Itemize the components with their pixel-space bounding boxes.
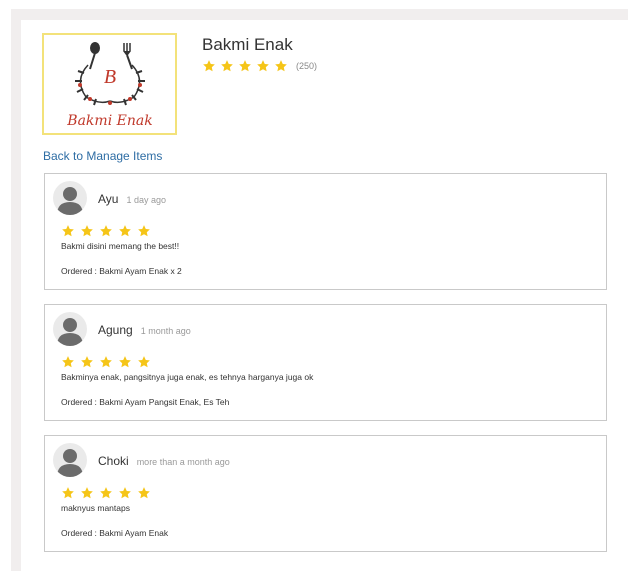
star-icon (99, 224, 113, 238)
star-icon (137, 486, 151, 500)
review-ordered-items: Ordered : Bakmi Ayam Enak x 2 (61, 266, 182, 276)
review-card: Choki more than a month ago maknyus manta… (44, 435, 607, 552)
rating-count: (250) (296, 61, 318, 71)
avatar (53, 181, 87, 215)
star-icon (137, 355, 151, 369)
reviewer-header: Agung 1 month ago (98, 323, 191, 337)
star-icon (256, 59, 270, 73)
star-icon (274, 59, 288, 73)
store-logo: B Bakmi Enak (42, 33, 177, 135)
review-rating (61, 355, 151, 369)
star-icon (137, 224, 151, 238)
logo-text: Bakmi Enak (66, 113, 152, 129)
reviewer-header: Ayu 1 day ago (98, 192, 166, 206)
review-comment: Bakmi disini memang the best!! (61, 241, 180, 251)
star-icon (118, 355, 132, 369)
review-card: Agung 1 month ago Bakminya enak, pangsitn… (44, 304, 607, 421)
review-time: 1 month ago (140, 326, 191, 336)
store-rating: (250) (202, 58, 317, 74)
star-icon (61, 224, 75, 238)
star-icon (238, 59, 252, 73)
review-card: Ayu 1 day ago Bakmi disini memang the bes… (44, 173, 607, 290)
star-icon (61, 355, 75, 369)
star-icon (202, 59, 216, 73)
back-to-manage-items-link[interactable]: Back to Manage Items (43, 149, 162, 163)
store-name: Bakmi Enak (202, 35, 293, 54)
review-ordered-items: Ordered : Bakmi Ayam Pangsit Enak, Es Te… (61, 397, 230, 407)
star-icon (80, 486, 94, 500)
star-icon (80, 224, 94, 238)
logo-letter: B (104, 66, 116, 88)
reviewer-name: Agung (98, 323, 133, 337)
star-icon (99, 355, 113, 369)
review-ordered-items: Ordered : Bakmi Ayam Enak (61, 528, 169, 538)
star-icon (118, 486, 132, 500)
reviewer-header: Choki more than a month ago (98, 454, 230, 468)
avatar (53, 312, 87, 346)
star-icon (80, 355, 94, 369)
star-icon (61, 486, 75, 500)
star-icon (99, 486, 113, 500)
star-icon (220, 59, 234, 73)
review-rating (61, 486, 151, 500)
review-time: 1 day ago (126, 195, 167, 205)
review-comment: maknyus mantaps (61, 503, 130, 513)
reviewer-name: Ayu (98, 192, 119, 206)
review-rating (61, 224, 151, 238)
review-comment: Bakminya enak, pangsitnya juga enak, es … (61, 372, 314, 382)
avatar (53, 443, 87, 477)
review-time: more than a month ago (136, 457, 230, 467)
star-icon (118, 224, 132, 238)
reviewer-name: Choki (98, 454, 129, 468)
